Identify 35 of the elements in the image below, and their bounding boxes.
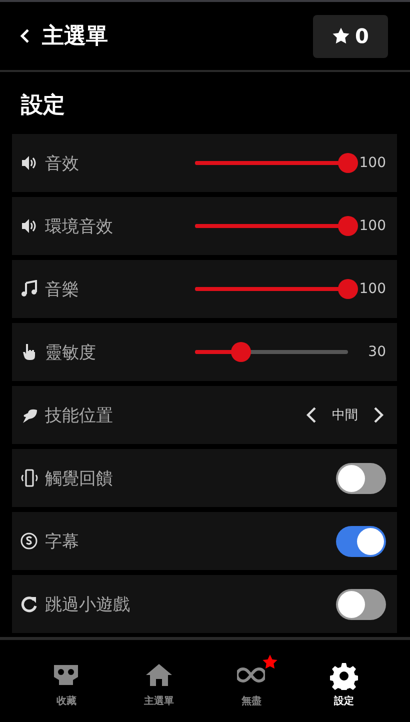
back-chevron-icon [20, 28, 30, 44]
gear-icon [330, 662, 358, 690]
previous-button[interactable] [304, 405, 318, 425]
nav-tab[interactable]: 設定 [308, 654, 379, 708]
star-count-button[interactable]: 0 [313, 14, 388, 58]
option-value: 中間 [332, 407, 358, 424]
hand-icon [20, 343, 38, 361]
slider-value: 100 [358, 155, 386, 171]
setting-label: 跳過小遊戲 [45, 594, 131, 616]
slider-value: 30 [367, 344, 386, 360]
speaker-icon [20, 217, 38, 235]
setting-label: 觸覺回饋 [45, 468, 114, 490]
back-button[interactable]: 主選單 [20, 21, 108, 51]
toggle-switch[interactable] [336, 462, 386, 494]
section-title: 設定 [20, 92, 66, 120]
toggle-switch[interactable] [336, 526, 386, 556]
subtitle-icon [20, 532, 38, 550]
slider-value: 100 [358, 281, 386, 297]
setting-label: 靈敏度 [45, 342, 97, 364]
nav-tab[interactable]: 無盡 [216, 654, 286, 708]
nav-tab[interactable]: 主選單 [124, 654, 194, 708]
setting-label: 音效 [45, 152, 80, 174]
phone-vibrate-icon [20, 469, 38, 487]
setting-label: 音樂 [45, 278, 80, 300]
speaker-icon [20, 154, 38, 172]
next-button[interactable] [372, 405, 386, 425]
music-note-icon [20, 280, 38, 298]
refresh-icon [20, 595, 38, 613]
setting-label: 字幕 [45, 530, 80, 552]
star-icon [332, 27, 350, 45]
setting-label: 環境音效 [45, 216, 114, 238]
slider-value: 100 [358, 218, 386, 234]
setting-label: 技能位置 [45, 404, 114, 426]
toggle-switch[interactable] [336, 588, 386, 620]
nav-tab[interactable]: 收藏 [31, 654, 102, 708]
